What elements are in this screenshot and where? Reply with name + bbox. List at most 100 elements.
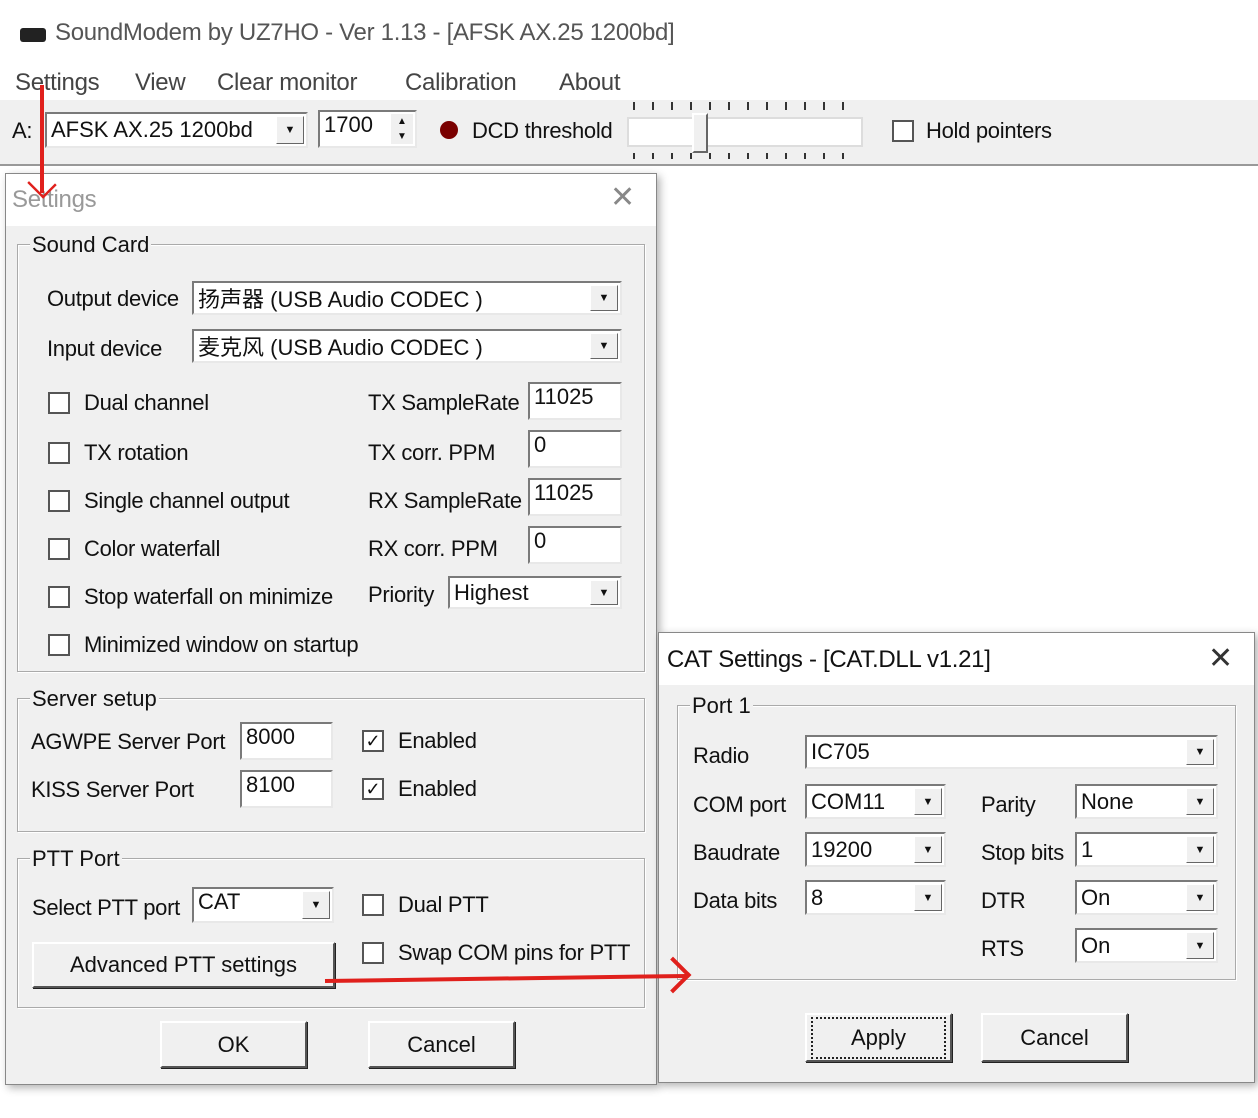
port1-label: Port 1: [690, 693, 753, 718]
dcd-threshold-slider[interactable]: [627, 117, 863, 147]
kiss-enabled-label: Enabled: [398, 776, 477, 801]
agwpe-enabled-label: Enabled: [398, 728, 477, 753]
parity-label: Parity: [981, 792, 1036, 817]
dual-ptt-checkbox[interactable]: [362, 894, 384, 916]
modem-select[interactable]: AFSK AX.25 1200bd ▼: [45, 112, 308, 148]
kiss-port-input[interactable]: 8100: [240, 770, 333, 808]
priority-value: Highest: [454, 579, 529, 605]
stop-waterfall-checkbox[interactable]: [48, 586, 70, 608]
priority-select[interactable]: Highest ▼: [448, 576, 622, 609]
dtr-value: On: [1081, 884, 1111, 910]
dtr-select[interactable]: On ▼: [1075, 880, 1218, 915]
rts-value: On: [1081, 932, 1111, 958]
apply-label: Apply: [810, 1016, 947, 1059]
slider-ticks-top: [633, 102, 859, 110]
baudrate-value: 19200: [811, 836, 873, 862]
kiss-enabled-checkbox[interactable]: ✓: [362, 778, 384, 800]
data-bits-select[interactable]: 8 ▼: [805, 880, 946, 915]
output-device-value: 扬声器 (USB Audio CODEC ): [198, 287, 483, 312]
frequency-spinner[interactable]: 1700 ▲ ▼: [318, 110, 417, 148]
chevron-down-icon[interactable]: ▼: [1186, 932, 1214, 959]
minimized-startup-checkbox[interactable]: [48, 634, 70, 656]
dcd-indicator: [440, 121, 458, 139]
com-port-label: COM port: [693, 792, 786, 817]
hold-pointers-label: Hold pointers: [926, 118, 1052, 143]
swap-com-pins-label: Swap COM pins for PTT: [398, 940, 631, 965]
rx-samplerate-label: RX SampleRate: [368, 488, 522, 513]
settings-close-icon[interactable]: ✕: [610, 183, 635, 213]
output-device-label: Output device: [47, 286, 179, 311]
cat-title: CAT Settings - [CAT.DLL v1.21]: [667, 646, 991, 673]
chevron-down-icon[interactable]: ▼: [1186, 788, 1214, 815]
radio-label: Radio: [693, 743, 749, 768]
single-channel-output-checkbox[interactable]: [48, 490, 70, 512]
menu-clear-monitor[interactable]: Clear monitor: [217, 71, 357, 95]
kiss-port-label: KISS Server Port: [31, 777, 194, 802]
priority-label: Priority: [368, 582, 435, 607]
cat-close-icon[interactable]: ✕: [1208, 644, 1233, 674]
window-title: SoundModem by UZ7HO - Ver 1.13 - [AFSK A…: [55, 19, 675, 46]
chevron-down-icon[interactable]: ▼: [914, 884, 942, 911]
chevron-down-icon[interactable]: ▼: [590, 285, 618, 311]
chevron-down-icon[interactable]: ▼: [914, 836, 942, 863]
rts-select[interactable]: On ▼: [1075, 928, 1218, 963]
dual-channel-label: Dual channel: [84, 390, 209, 415]
ptt-port-select[interactable]: CAT ▼: [192, 887, 334, 923]
input-device-label: Input device: [47, 336, 163, 361]
ptt-port-label: PTT Port: [30, 846, 122, 871]
stop-bits-value: 1: [1081, 836, 1094, 862]
chevron-down-icon[interactable]: ▼: [1186, 836, 1214, 863]
baudrate-select[interactable]: 19200 ▼: [805, 832, 946, 867]
chevron-down-icon[interactable]: ▼: [914, 788, 942, 815]
chevron-down-icon[interactable]: ▼: [302, 891, 330, 919]
dual-channel-checkbox[interactable]: [48, 392, 70, 414]
tx-samplerate-input[interactable]: 11025: [528, 382, 622, 420]
radio-value: IC705: [811, 739, 870, 764]
hold-pointers-checkbox[interactable]: [892, 120, 914, 142]
spin-arrows-icon[interactable]: ▲ ▼: [391, 114, 413, 144]
input-device-select[interactable]: 麦克风 (USB Audio CODEC ) ▼: [192, 329, 622, 363]
menu-about[interactable]: About: [559, 71, 621, 95]
chevron-down-icon[interactable]: ▼: [276, 116, 304, 144]
cat-cancel-button[interactable]: Cancel: [981, 1013, 1128, 1062]
settings-titlebar: [6, 174, 656, 226]
rts-label: RTS: [981, 936, 1024, 961]
server-setup-label: Server setup: [30, 686, 159, 711]
color-waterfall-checkbox[interactable]: [48, 538, 70, 560]
menu-view[interactable]: View: [135, 71, 186, 95]
dcd-threshold-label: DCD threshold: [472, 118, 613, 143]
frequency-value: 1700: [324, 112, 373, 137]
apply-button[interactable]: Apply: [805, 1013, 952, 1062]
rx-ppm-input[interactable]: 0: [528, 526, 622, 564]
menu-calibration[interactable]: Calibration: [405, 71, 517, 95]
swap-com-pins-checkbox[interactable]: [362, 942, 384, 964]
minimized-startup-label: Minimized window on startup: [84, 632, 359, 657]
settings-title: Settings: [12, 186, 97, 213]
app-icon: [20, 28, 46, 42]
agwpe-port-input[interactable]: 8000: [240, 722, 333, 760]
chevron-down-icon[interactable]: ▼: [590, 580, 618, 605]
rx-samplerate-input[interactable]: 11025: [528, 478, 622, 516]
input-device-value: 麦克风 (USB Audio CODEC ): [198, 335, 483, 360]
advanced-ptt-settings-button[interactable]: Advanced PTT settings: [32, 942, 335, 988]
chevron-down-icon[interactable]: ▼: [1186, 739, 1214, 765]
tx-ppm-input[interactable]: 0: [528, 430, 622, 468]
chevron-down-icon[interactable]: ▼: [1186, 884, 1214, 911]
select-ptt-port-label: Select PTT port: [32, 895, 180, 920]
com-port-select[interactable]: COM11 ▼: [805, 784, 946, 819]
ok-button[interactable]: OK: [160, 1021, 307, 1068]
chevron-down-icon[interactable]: ▼: [590, 333, 618, 359]
radio-select[interactable]: IC705 ▼: [805, 735, 1218, 769]
slider-thumb[interactable]: [692, 113, 708, 153]
settings-cancel-button[interactable]: Cancel: [368, 1021, 515, 1068]
parity-value: None: [1081, 788, 1134, 814]
stop-bits-select[interactable]: 1 ▼: [1075, 832, 1218, 867]
output-device-select[interactable]: 扬声器 (USB Audio CODEC ) ▼: [192, 281, 622, 315]
parity-select[interactable]: None ▼: [1075, 784, 1218, 819]
sound-card-label: Sound Card: [30, 232, 152, 257]
slider-ticks-bottom: [633, 153, 859, 159]
channel-label: A:: [12, 118, 33, 143]
agwpe-enabled-checkbox[interactable]: ✓: [362, 730, 384, 752]
menu-settings[interactable]: Settings: [15, 71, 100, 95]
tx-rotation-checkbox[interactable]: [48, 442, 70, 464]
